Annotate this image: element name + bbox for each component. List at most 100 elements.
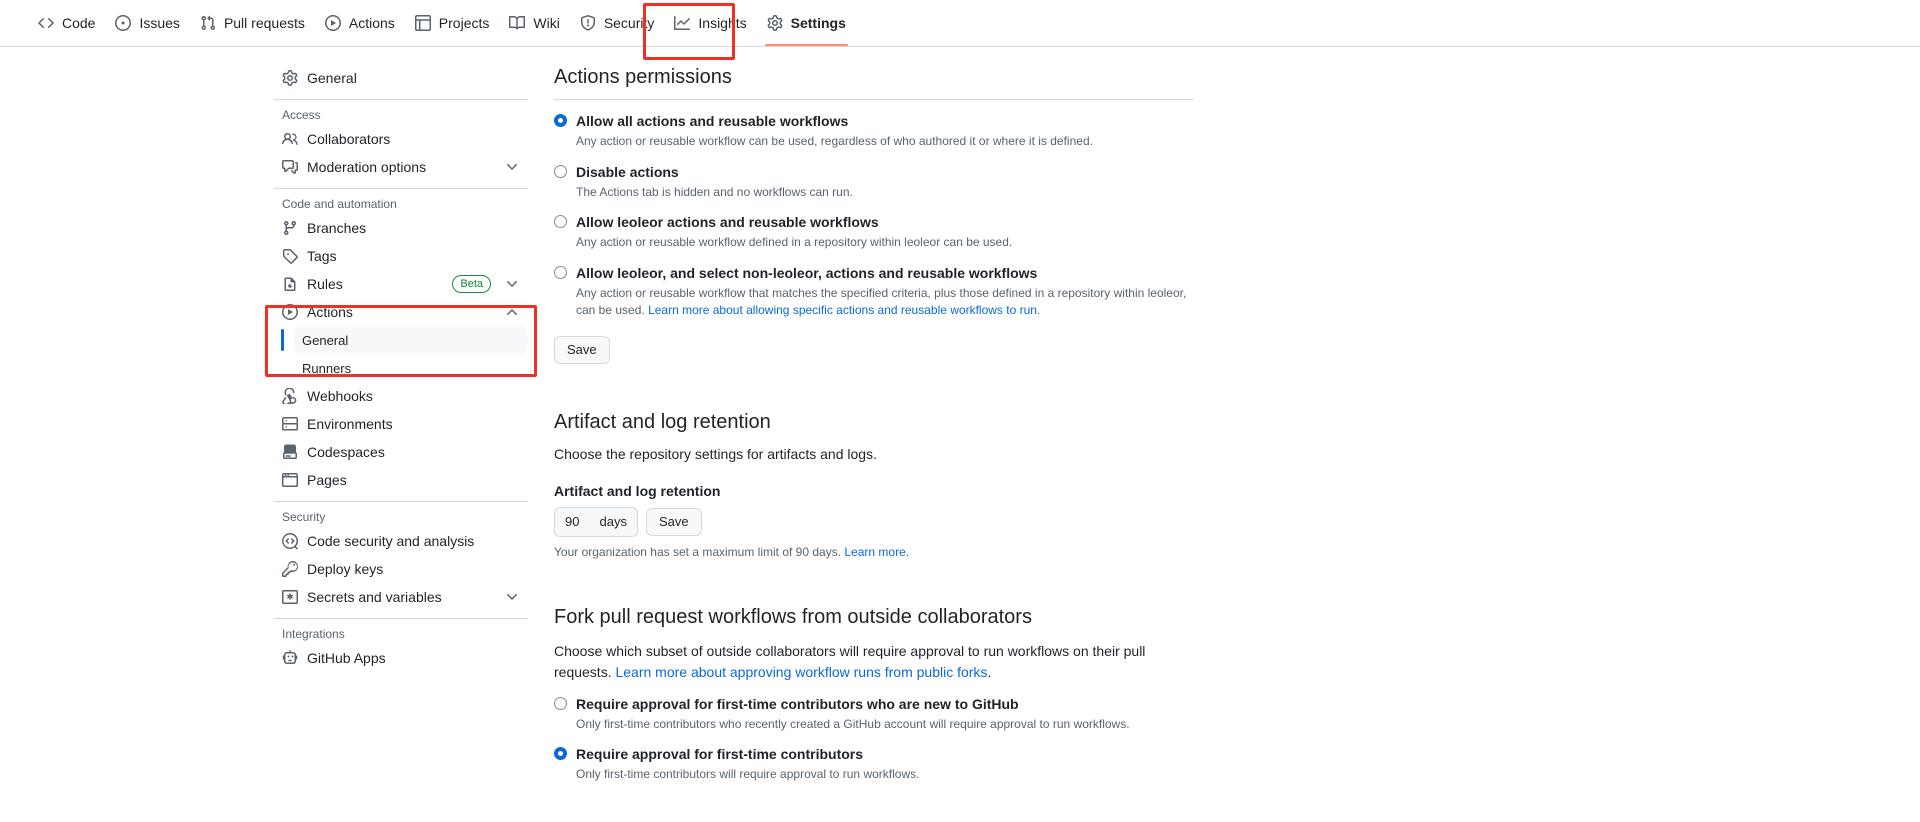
sidebar-group-heading: Security: [282, 510, 326, 524]
repo-nav-item-label: Insights: [698, 15, 747, 31]
repo-nav-item-label: Pull requests: [223, 15, 305, 31]
settings-main-content: Actions permissions Allow all actions an…: [554, 63, 1194, 784]
fork-pr-description: Choose which subset of outside collabora…: [554, 641, 1194, 683]
radio-option-label[interactable]: Disable actions: [576, 163, 679, 181]
radio-option[interactable]: Disable actions: [554, 163, 1194, 181]
repo-nav-item-pull-requests[interactable]: Pull requests: [190, 0, 315, 46]
radio-option[interactable]: Require approval for first-time contribu…: [554, 695, 1194, 713]
chevron-down-icon[interactable]: [504, 159, 520, 175]
sidebar-divider: [274, 501, 528, 502]
repo-nav-item-insights[interactable]: Insights: [664, 0, 756, 46]
radio-option[interactable]: Allow leoleor actions and reusable workf…: [554, 213, 1194, 231]
chevron-down-icon[interactable]: [504, 589, 520, 605]
sidebar-item-label: Webhooks: [307, 388, 373, 404]
sidebar-subitem-general[interactable]: General: [281, 327, 528, 353]
sidebar-item-label: Code security and analysis: [307, 533, 475, 549]
radio-option-label[interactable]: Allow leoleor, and select non-leoleor, a…: [576, 264, 1037, 282]
sidebar-item-secrets-and-variables[interactable]: Secrets and variables: [274, 584, 528, 610]
repo-nav: Code Issues Pull requests Actions Projects Wi…: [0, 0, 1920, 60]
sidebar-item-github-apps[interactable]: GitHub Apps: [274, 645, 528, 671]
sidebar-item-deploy-keys[interactable]: Deploy keys: [274, 556, 528, 582]
repo-nav-item-issues[interactable]: Issues: [105, 0, 189, 46]
sidebar-item-environments[interactable]: Environments: [274, 411, 528, 437]
radio-option-label[interactable]: Allow all actions and reusable workflows: [576, 112, 848, 130]
repo-nav-item-projects[interactable]: Projects: [405, 0, 500, 46]
sidebar-item-code-security-and-analysis[interactable]: Code security and analysis: [274, 528, 528, 554]
retention-days-value: 90: [565, 514, 580, 530]
radio-option-label[interactable]: Require approval for first-time contribu…: [576, 745, 863, 763]
radio-option-label[interactable]: Allow leoleor actions and reusable workf…: [576, 213, 879, 231]
book-icon: [509, 15, 526, 31]
sidebar-item-label: Secrets and variables: [307, 589, 442, 605]
codespaces-icon: [282, 444, 298, 460]
artifact-retention-section: Artifact and log retention Choose the re…: [554, 408, 1194, 559]
retention-limit-note-text: Your organization has set a maximum limi…: [554, 544, 845, 559]
sidebar-item-label: Actions: [307, 304, 353, 320]
repo-nav-item-code[interactable]: Code: [28, 0, 105, 46]
sidebar-item-moderation-options[interactable]: Moderation options: [274, 154, 528, 180]
sidebar-item-rules[interactable]: Rules Beta: [274, 271, 528, 297]
fork-pr-title: Fork pull request workflows from outside…: [554, 605, 1032, 628]
retention-days-input[interactable]: 90 days: [554, 506, 638, 537]
artifact-retention-description: Choose the repository settings for artif…: [554, 445, 877, 462]
sidebar-item-general[interactable]: General: [274, 65, 528, 91]
beta-badge: Beta: [452, 275, 491, 293]
save-retention-button[interactable]: Save: [646, 507, 702, 536]
sidebar-divider: [274, 618, 528, 619]
radio-option[interactable]: Require approval for first-time contribu…: [554, 745, 1194, 763]
sidebar-item-label: Moderation options: [307, 159, 427, 175]
repo-nav-item-label: Issues: [139, 15, 180, 31]
sidebar-item-branches[interactable]: Branches: [274, 215, 528, 241]
radio-button[interactable]: [554, 114, 567, 127]
radio-option-learn-more-link[interactable]: Learn more about allowing specific actio…: [648, 303, 1037, 317]
apps-icon: [282, 650, 298, 666]
graph-icon: [674, 15, 691, 31]
sidebar-item-label: GitHub Apps: [307, 650, 386, 666]
sidebar-item-tags[interactable]: Tags: [274, 243, 528, 269]
repo-nav-item-actions[interactable]: Actions: [315, 0, 405, 46]
tag-icon: [282, 248, 298, 264]
sidebar-item-codespaces[interactable]: Codespaces: [274, 439, 528, 465]
radio-option[interactable]: Allow all actions and reusable workflows: [554, 112, 1194, 130]
people-icon: [282, 131, 298, 147]
sidebar-item-collaborators[interactable]: Collaborators: [274, 126, 528, 152]
sidebar-item-label: Deploy keys: [307, 561, 384, 577]
sidebar-item-label: Branches: [307, 220, 367, 236]
radio-option-label[interactable]: Require approval for first-time contribu…: [576, 695, 1019, 713]
sidebar-subitem-runners[interactable]: Runners: [294, 355, 528, 381]
play-icon: [324, 15, 341, 31]
radio-button[interactable]: [554, 696, 567, 710]
radio-button[interactable]: [554, 747, 567, 761]
repo-nav-item-wiki[interactable]: Wiki: [499, 0, 569, 46]
sidebar-item-actions[interactable]: Actions: [274, 299, 528, 325]
repo-nav-item-label: Actions: [348, 15, 395, 31]
sidebar-group-heading: Access: [282, 108, 321, 122]
retention-days-unit: days: [599, 514, 627, 530]
radio-option-description: Any action or reusable workflow defined …: [576, 235, 1013, 250]
repo-nav-item-label: Security: [603, 15, 655, 31]
sidebar-subitem-label: Runners: [302, 360, 352, 376]
artifact-retention-field-label: Artifact and log retention: [554, 482, 721, 499]
radio-option[interactable]: Allow leoleor, and select non-leoleor, a…: [554, 264, 1194, 282]
asterisk-icon: [282, 589, 298, 605]
issue-opened-icon: [115, 15, 132, 31]
fork-pr-section: Fork pull request workflows from outside…: [554, 603, 1194, 784]
chevron-down-icon[interactable]: [504, 276, 520, 292]
fork-pr-options: Require approval for first-time contribu…: [554, 695, 1194, 784]
actions-permissions-options: Allow all actions and reusable workflows…: [554, 112, 1194, 320]
repo-nav-item-settings[interactable]: Settings: [757, 0, 856, 46]
sidebar-item-pages[interactable]: Pages: [274, 467, 528, 493]
sidebar-item-label: Tags: [307, 248, 337, 264]
repo-nav-item-security[interactable]: Security: [570, 0, 665, 46]
radio-button[interactable]: [554, 164, 567, 178]
chevron-up-icon[interactable]: [504, 304, 520, 320]
sidebar-item-label: Codespaces: [307, 444, 385, 460]
radio-button[interactable]: [554, 265, 567, 279]
retention-learn-more-link[interactable]: Learn more.: [844, 545, 909, 559]
sidebar-item-label: Rules: [307, 276, 343, 292]
radio-button[interactable]: [554, 215, 567, 229]
save-actions-permissions-button[interactable]: Save: [554, 335, 610, 364]
fork-pr-learn-more-link[interactable]: Learn more about approving workflow runs…: [615, 664, 987, 680]
sidebar-item-webhooks[interactable]: Webhooks: [274, 383, 528, 409]
repo-nav-item-label: Projects: [438, 15, 490, 31]
